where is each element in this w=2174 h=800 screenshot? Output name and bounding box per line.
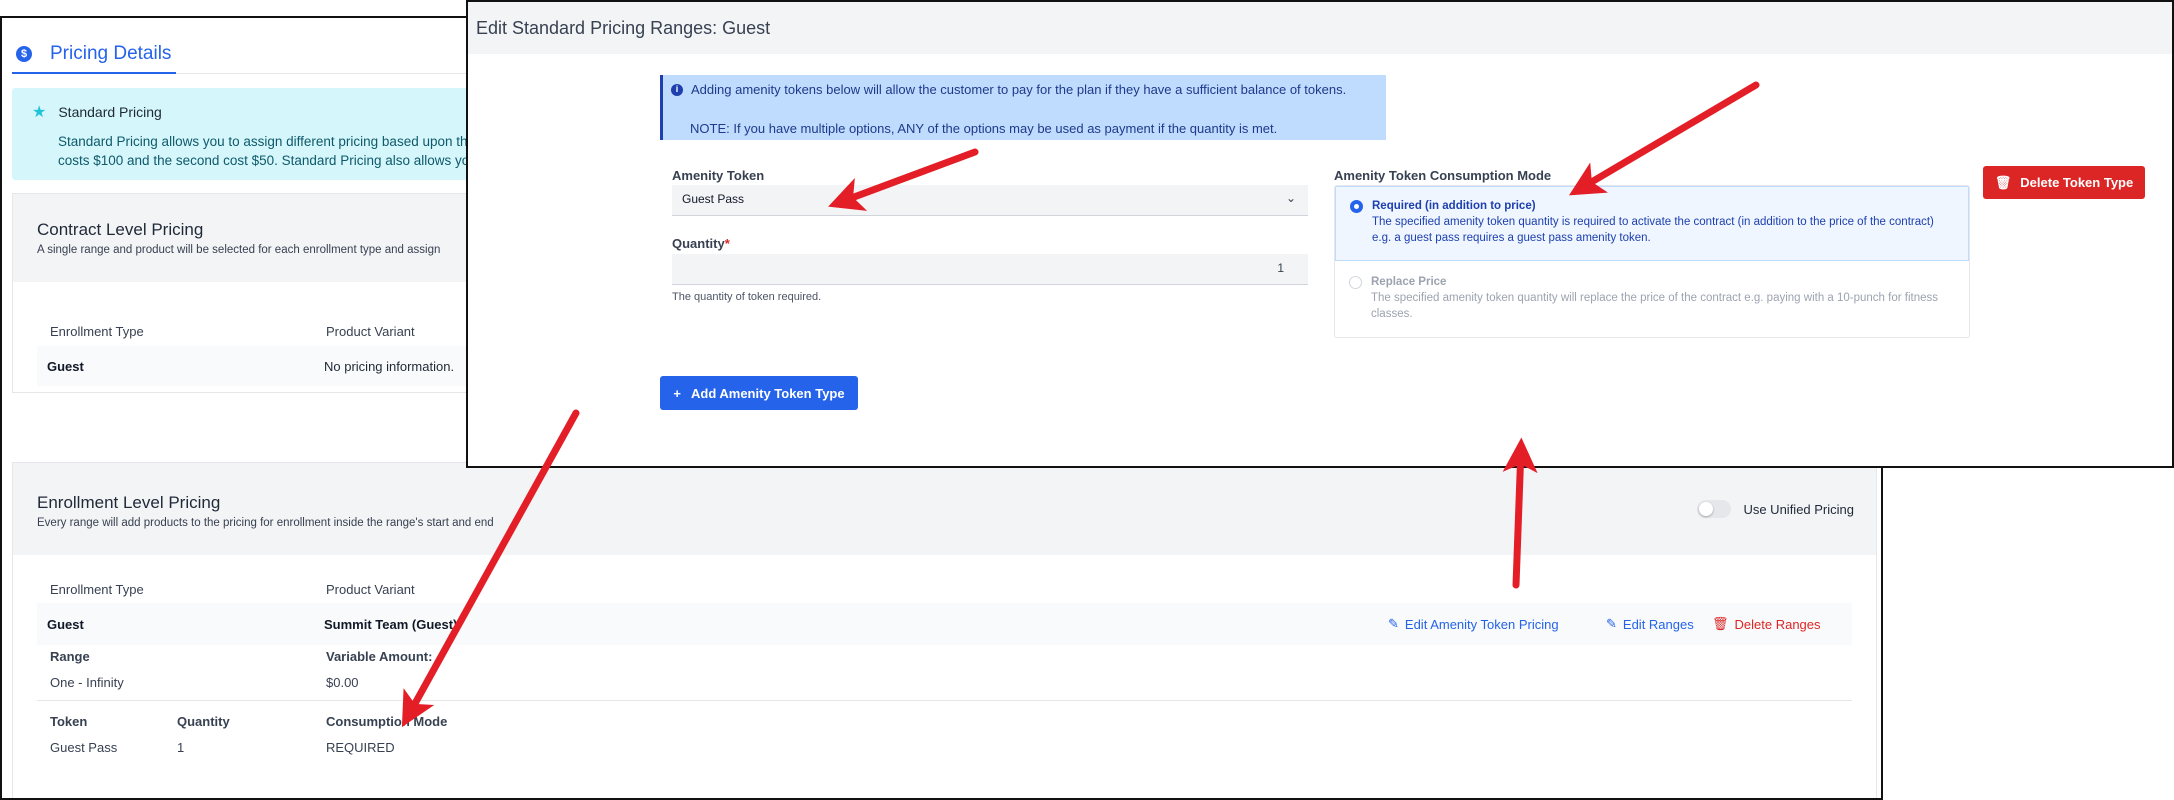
row-product-variant: Summit Team (Guest) bbox=[324, 617, 458, 632]
amenity-token-select[interactable]: Guest Pass ⌄ bbox=[672, 185, 1308, 216]
edit-ranges-link[interactable]: ✎ Edit Ranges bbox=[1606, 616, 1694, 632]
col-enrollment-type: Enrollment Type bbox=[50, 324, 144, 339]
amenity-token-value: Guest Pass bbox=[682, 192, 745, 206]
radio-required[interactable] bbox=[1350, 200, 1363, 213]
variable-amount-value: $0.00 bbox=[326, 675, 359, 690]
option-required-title: Required (in addition to price) bbox=[1372, 200, 1536, 212]
required-mark: * bbox=[724, 236, 730, 251]
delete-token-type-button[interactable]: 🗑 Delete Token Type bbox=[1983, 166, 2145, 199]
enrollment-level-pricing-card: Enrollment Level Pricing Every range wil… bbox=[12, 462, 1877, 798]
enrollment-level-title: Enrollment Level Pricing bbox=[37, 493, 221, 512]
quantity-input-value: 1 bbox=[1277, 261, 1284, 275]
option-required[interactable]: Required (in addition to price) The spec… bbox=[1335, 186, 1969, 261]
add-amenity-token-type-button[interactable]: + Add Amenity Token Type bbox=[660, 376, 858, 410]
option-replace-price[interactable]: Replace Price The specified amenity toke… bbox=[1335, 261, 1969, 337]
variable-amount-label: Variable Amount: bbox=[326, 649, 433, 664]
delete-ranges-link[interactable]: 🗑 Delete Ranges bbox=[1712, 616, 1821, 632]
info-icon: i bbox=[671, 83, 683, 96]
quantity-label-text: Quantity bbox=[672, 236, 725, 251]
toggle-switch[interactable] bbox=[1697, 500, 1732, 518]
chevron-down-icon: ⌄ bbox=[1285, 191, 1296, 205]
row-enrollment-type: Guest bbox=[47, 617, 84, 632]
quantity-col: Quantity bbox=[177, 714, 230, 729]
standard-pricing-title: Standard Pricing bbox=[58, 104, 162, 120]
quantity-value: 1 bbox=[177, 740, 185, 755]
col-enrollment-type: Enrollment Type bbox=[50, 582, 144, 597]
quantity-help: The quantity of token required. bbox=[672, 291, 822, 303]
quantity-input[interactable]: 1 bbox=[672, 254, 1308, 285]
option-required-desc: The specified amenity token quantity is … bbox=[1372, 216, 1934, 244]
dollar-icon: $ bbox=[16, 46, 32, 62]
row-product-variant: No pricing information. bbox=[324, 359, 455, 374]
row-divider bbox=[37, 700, 1852, 701]
range-label: Range bbox=[50, 649, 90, 664]
trash-icon: 🗑 bbox=[1712, 616, 1729, 631]
option-replace-desc: The specified amenity token quantity wil… bbox=[1371, 292, 1939, 320]
consumption-mode-label: Amenity Token Consumption Mode bbox=[1334, 168, 1552, 183]
col-product-variant: Product Variant bbox=[326, 324, 415, 339]
option-replace-title: Replace Price bbox=[1371, 276, 1447, 288]
consumption-mode-options: Required (in addition to price) The spec… bbox=[1334, 185, 1970, 338]
star-icon: ★ bbox=[32, 104, 47, 121]
enrollment-level-subtitle: Every range will add products to the pri… bbox=[37, 517, 494, 529]
quantity-label: Quantity* bbox=[672, 236, 730, 251]
modal-title: Edit Standard Pricing Ranges: Guest bbox=[468, 2, 2172, 54]
amenity-token-label: Amenity Token bbox=[672, 168, 765, 183]
tab-pricing-details[interactable]: $ Pricing Details bbox=[16, 34, 171, 74]
token-value: Guest Pass bbox=[50, 740, 118, 755]
table-row bbox=[37, 603, 1852, 645]
col-product-variant: Product Variant bbox=[326, 582, 415, 597]
row-enrollment-type: Guest bbox=[47, 359, 84, 374]
consumption-value: REQUIRED bbox=[326, 740, 395, 755]
amenity-info-alert: i Adding amenity tokens below will allow… bbox=[660, 75, 1386, 140]
plus-icon: + bbox=[673, 385, 681, 401]
radio-replace-price[interactable] bbox=[1349, 276, 1362, 289]
info-line-1: Adding amenity tokens below will allow t… bbox=[691, 82, 1347, 97]
trash-icon: 🗑 bbox=[1994, 174, 2012, 190]
consumption-col: Consumption Mode bbox=[326, 714, 448, 729]
tab-pricing-details-label: Pricing Details bbox=[50, 43, 172, 64]
active-tab-indicator bbox=[12, 72, 176, 74]
unified-pricing-toggle[interactable]: Use Unified Pricing bbox=[1697, 500, 1854, 518]
range-value: One - Infinity bbox=[50, 675, 124, 690]
token-col: Token bbox=[50, 714, 88, 729]
toggle-label: Use Unified Pricing bbox=[1743, 501, 1854, 517]
edit-pricing-ranges-modal: Edit Standard Pricing Ranges: Guest i Ad… bbox=[466, 0, 2174, 468]
info-line-2: NOTE: If you have multiple options, ANY … bbox=[690, 121, 1278, 136]
pencil-icon: ✎ bbox=[1388, 616, 1399, 631]
pencil-icon: ✎ bbox=[1606, 616, 1617, 631]
edit-amenity-token-pricing-link[interactable]: ✎ Edit Amenity Token Pricing bbox=[1388, 616, 1559, 632]
